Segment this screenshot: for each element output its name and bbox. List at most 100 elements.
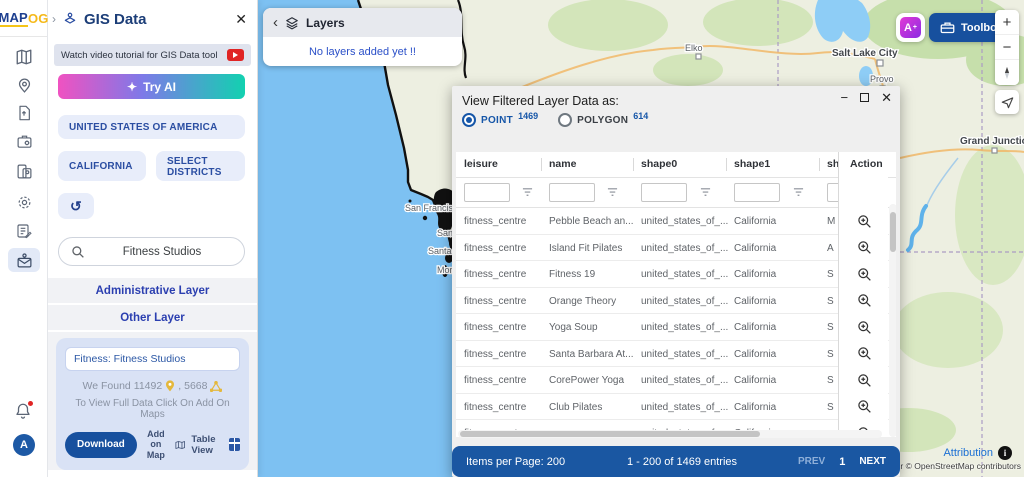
polygon-radio-option[interactable]: POLYGON 614 xyxy=(558,113,648,127)
country-button[interactable]: UNITED STATES OF AMERICA xyxy=(58,115,245,139)
sidebar-item-gis-data[interactable] xyxy=(8,248,40,272)
search-input[interactable]: Fitness Studios xyxy=(58,237,245,266)
cell-leisure: fitness_centre xyxy=(464,243,542,254)
ai-tools-button[interactable]: A+ xyxy=(896,13,925,42)
map-icon[interactable] xyxy=(175,438,185,452)
cell-shape0: united_states_of_... xyxy=(641,269,729,280)
row-zoom-button[interactable] xyxy=(839,394,889,421)
sidebar-item-report[interactable] xyxy=(8,219,40,243)
app-root: San Francis San Santa Mor Elko Salt Lake… xyxy=(0,0,1024,477)
table-row[interactable]: fitness_centre Pebble Beach an... united… xyxy=(456,208,896,235)
col-name[interactable]: name xyxy=(549,158,576,170)
briefcase-icon xyxy=(940,21,955,34)
filter-input-shape0[interactable] xyxy=(641,183,687,202)
table-row[interactable]: fitness_centre Island Fit Pilates united… xyxy=(456,235,896,262)
administrative-layer-section[interactable]: Administrative Layer xyxy=(48,278,257,305)
cell-leisure: fitness_centre xyxy=(464,269,542,280)
back-chevron-icon[interactable]: ‹ xyxy=(273,15,278,30)
filter-icon[interactable] xyxy=(793,187,804,198)
table-row[interactable]: fitness_centre Club Pilates united_state… xyxy=(456,394,896,421)
sidebar-item-gallery[interactable] xyxy=(8,159,40,183)
table-view-button[interactable]: Table View xyxy=(191,434,223,456)
state-button[interactable]: CALIFORNIA xyxy=(58,151,146,181)
row-zoom-button[interactable] xyxy=(839,367,889,394)
compass-button[interactable] xyxy=(995,60,1019,85)
panel-close-icon[interactable]: ✕ xyxy=(235,11,247,28)
tutorial-banner[interactable]: Watch video tutorial for GIS Data tool xyxy=(54,44,251,66)
gold-pin-icon xyxy=(165,380,175,392)
collapse-chevron-icon[interactable]: › xyxy=(52,12,56,26)
table-row[interactable]: fitness_centre Orange Theory united_stat… xyxy=(456,288,896,315)
download-button[interactable]: Download xyxy=(65,432,137,458)
table-row[interactable]: fitness_centre Yoga Soup united_states_o… xyxy=(456,314,896,341)
magnifier-plus-icon xyxy=(857,293,872,308)
table-row[interactable]: fitness_centre Santa Barbara At... unite… xyxy=(456,341,896,368)
table-rows: fitness_centre Pebble Beach an... united… xyxy=(456,208,896,437)
sidebar-item-location[interactable] xyxy=(8,73,40,97)
row-zoom-button[interactable] xyxy=(839,341,889,368)
radio-unselected-icon[interactable] xyxy=(558,113,572,127)
next-button[interactable]: NEXT xyxy=(859,456,886,467)
notifications-button[interactable] xyxy=(14,402,32,425)
gis-data-panel: › GIS Data ✕ Watch video tutorial for GI… xyxy=(48,0,258,477)
radio-selected-icon[interactable] xyxy=(462,113,476,127)
select-districts-button[interactable]: SELECT DISTRICTS xyxy=(156,151,245,181)
compass-icon xyxy=(1001,66,1013,80)
vscroll-thumb[interactable] xyxy=(890,212,896,252)
dialog-title: View Filtered Layer Data as: xyxy=(462,94,619,108)
sidebar-item-map[interactable] xyxy=(8,45,40,69)
zoom-in-button[interactable]: + xyxy=(995,10,1019,35)
layers-header: ‹ Layers xyxy=(263,8,462,37)
magnifier-plus-icon xyxy=(857,320,872,335)
sidebar-item-settings[interactable] xyxy=(8,190,40,214)
col-shape0[interactable]: shape0 xyxy=(641,158,677,170)
filter-icon[interactable] xyxy=(700,187,711,198)
close-icon[interactable]: ✕ xyxy=(881,91,892,104)
table-header: leisure name shape0 shape1 sh xyxy=(456,152,896,178)
locate-button[interactable] xyxy=(995,90,1019,114)
info-icon[interactable]: i xyxy=(998,446,1012,460)
undo-button[interactable]: ↺ xyxy=(58,193,94,219)
add-on-map-button[interactable]: Add on Map xyxy=(143,429,169,460)
try-ai-button[interactable]: ✦ Try AI xyxy=(58,74,245,99)
minimize-icon[interactable]: − xyxy=(841,91,849,104)
table-row[interactable]: fitness_centre Fitness 19 united_states_… xyxy=(456,261,896,288)
polygon-count: 614 xyxy=(633,111,648,121)
table-view-icon[interactable] xyxy=(229,438,240,451)
row-zoom-button[interactable] xyxy=(839,314,889,341)
cell-name: Island Fit Pilates xyxy=(549,243,635,254)
other-layer-section[interactable]: Other Layer xyxy=(48,305,257,332)
row-zoom-button[interactable] xyxy=(839,235,889,262)
youtube-icon[interactable] xyxy=(227,49,244,61)
cell-shape0: united_states_of_... xyxy=(641,402,729,413)
attribution-link[interactable]: Attribution xyxy=(943,447,993,459)
filter-icon[interactable] xyxy=(607,187,618,198)
table-horizontal-scrollbar[interactable] xyxy=(458,430,882,438)
row-zoom-button[interactable] xyxy=(839,261,889,288)
prev-button[interactable]: PREV xyxy=(798,456,825,467)
cell-name: Orange Theory xyxy=(549,296,635,307)
zoom-out-button[interactable]: − xyxy=(995,35,1019,60)
current-page[interactable]: 1 xyxy=(839,456,845,468)
col-leisure[interactable]: leisure xyxy=(464,158,498,170)
maximize-icon[interactable] xyxy=(860,93,869,102)
table-vertical-scrollbar[interactable] xyxy=(889,204,896,437)
row-zoom-button[interactable] xyxy=(839,208,889,235)
sidebar-item-upload[interactable] xyxy=(8,101,40,125)
hscroll-thumb[interactable] xyxy=(460,431,760,437)
user-avatar[interactable]: A xyxy=(13,434,35,456)
table-row[interactable]: fitness_centre CorePower Yoga united_sta… xyxy=(456,367,896,394)
point-radio-option[interactable]: POINT 1469 xyxy=(462,113,538,127)
cell-shape0: united_states_of_... xyxy=(641,296,729,307)
row-zoom-button[interactable] xyxy=(839,288,889,315)
mapog-logo[interactable]: MAPOG xyxy=(0,0,47,37)
filter-input-shape1[interactable] xyxy=(734,183,780,202)
sidebar-item-tool-case[interactable] xyxy=(8,129,40,153)
layers-empty-message: No layers added yet !! xyxy=(263,46,462,58)
cell-shape1: California xyxy=(734,322,820,333)
col-shape1[interactable]: shape1 xyxy=(734,158,770,170)
filter-input-leisure[interactable] xyxy=(464,183,510,202)
filter-input-name[interactable] xyxy=(549,183,595,202)
filter-icon[interactable] xyxy=(522,187,533,198)
map-icon xyxy=(15,48,33,66)
